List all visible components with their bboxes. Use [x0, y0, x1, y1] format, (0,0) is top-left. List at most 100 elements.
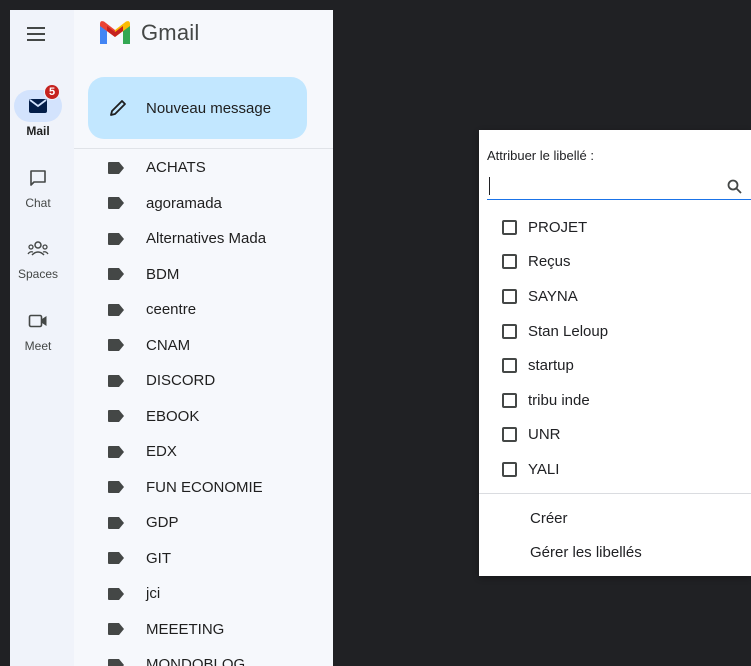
label-name: FUN ECONOMIE — [146, 478, 263, 496]
label-name: EDX — [146, 443, 177, 461]
option-label: PROJET — [528, 218, 588, 236]
label-item[interactable]: Alternatives Mada — [74, 221, 333, 257]
checkbox[interactable] — [502, 358, 517, 374]
rail-item-mail[interactable]: 5 Mail — [10, 84, 66, 138]
unread-badge: 5 — [44, 84, 60, 100]
label-item[interactable]: MONDOBLOG — [74, 647, 333, 666]
checkbox[interactable] — [502, 288, 517, 304]
checkbox[interactable] — [502, 427, 517, 443]
label-icon — [108, 339, 124, 352]
popup-divider — [479, 493, 751, 494]
label-item[interactable]: CNAM — [74, 328, 333, 364]
label-name: DISCORD — [146, 372, 216, 390]
label-item[interactable]: BDM — [74, 257, 333, 293]
label-option[interactable]: SAYNA — [479, 279, 751, 314]
label-name: BDM — [146, 265, 180, 283]
divider — [74, 148, 333, 149]
sidebar-main: Gmail Nouveau message ACHATS agoramada A… — [74, 10, 333, 666]
label-name: MEEETING — [146, 620, 225, 638]
label-icon — [108, 303, 124, 316]
label-option[interactable]: tribu inde — [479, 383, 751, 418]
label-option[interactable]: PROJET — [479, 210, 751, 245]
rail-label-spaces: Spaces — [17, 267, 59, 281]
label-icon — [108, 552, 124, 565]
label-search-input[interactable] — [487, 174, 751, 200]
label-item[interactable]: agoramada — [74, 186, 333, 222]
gmail-m-icon — [100, 21, 130, 44]
option-label: YALI — [528, 460, 560, 478]
label-option[interactable]: UNR — [479, 418, 751, 453]
label-icon — [108, 232, 124, 245]
label-name: ceentre — [146, 301, 197, 319]
search-icon[interactable] — [727, 179, 742, 194]
label-item[interactable]: GIT — [74, 541, 333, 577]
compose-button[interactable]: Nouveau message — [88, 77, 307, 139]
option-label: Reçus — [528, 253, 571, 271]
label-name: CNAM — [146, 336, 191, 354]
label-option[interactable]: Stan Leloup — [479, 314, 751, 349]
checkbox[interactable] — [502, 392, 517, 408]
checkbox[interactable] — [502, 254, 517, 270]
chat-icon — [30, 170, 46, 186]
label-item[interactable]: GDP — [74, 505, 333, 541]
rail-item-spaces[interactable]: Spaces — [10, 233, 66, 281]
text-caret — [489, 177, 490, 195]
checkbox[interactable] — [502, 461, 517, 477]
label-icon — [108, 445, 124, 458]
meet-icon — [28, 314, 47, 328]
gmail-logo[interactable]: Gmail — [98, 20, 199, 46]
manage-labels-action[interactable]: Gérer les libellés — [530, 544, 642, 561]
option-label: UNR — [528, 426, 561, 444]
label-item[interactable]: ACHATS — [74, 150, 333, 186]
label-item[interactable]: ceentre — [74, 292, 333, 328]
label-icon — [108, 374, 124, 387]
gmail-panel: 5 Mail Chat Spaces Meet Gmail Nouveau me… — [10, 10, 333, 666]
brand-name: Gmail — [141, 20, 200, 45]
label-item[interactable]: FUN ECONOMIE — [74, 470, 333, 506]
label-option[interactable]: startup — [479, 348, 751, 383]
compose-label: Nouveau message — [146, 99, 272, 117]
label-icon — [108, 197, 124, 210]
label-icon — [108, 410, 124, 423]
label-item[interactable]: EBOOK — [74, 399, 333, 435]
option-label: tribu inde — [528, 391, 590, 409]
label-item[interactable]: EDX — [74, 434, 333, 470]
label-option[interactable]: YALI — [479, 452, 751, 487]
nav-rail: 5 Mail Chat Spaces Meet — [10, 10, 74, 666]
mail-icon-wrap: 5 — [14, 84, 62, 122]
label-name: EBOOK — [146, 407, 200, 425]
spaces-icon — [27, 241, 49, 256]
hamburger-icon — [27, 27, 45, 41]
label-name: Alternatives Mada — [146, 230, 267, 248]
rail-label-mail: Mail — [26, 124, 50, 138]
checkbox[interactable] — [502, 323, 517, 339]
labels-list: ACHATS agoramada Alternatives Mada BDM c… — [74, 150, 333, 666]
label-icon — [108, 516, 124, 529]
label-icon — [108, 587, 124, 600]
pencil-icon — [110, 100, 126, 116]
label-icon — [108, 623, 124, 636]
label-options: PROJET Reçus SAYNA Stan Leloup startup t… — [479, 210, 751, 487]
label-icon — [108, 481, 124, 494]
label-icon — [108, 161, 124, 174]
label-as-popup: Attribuer le libellé : PROJET Reçus SAYN… — [479, 130, 751, 576]
label-item[interactable]: MEEETING — [74, 612, 333, 648]
label-name: GDP — [146, 514, 179, 532]
label-item[interactable]: jci — [74, 576, 333, 612]
rail-item-meet[interactable]: Meet — [10, 305, 66, 353]
create-label-action[interactable]: Créer — [530, 510, 568, 527]
mail-icon — [29, 99, 47, 113]
rail-item-chat[interactable]: Chat — [10, 162, 66, 210]
rail-label-chat: Chat — [25, 196, 51, 210]
popup-title: Attribuer le libellé : — [487, 148, 594, 163]
label-item[interactable]: DISCORD — [74, 363, 333, 399]
label-option[interactable]: Reçus — [479, 245, 751, 280]
option-label: startup — [528, 357, 574, 375]
option-label: SAYNA — [528, 287, 578, 305]
label-name: jci — [146, 585, 161, 603]
main-menu-button[interactable] — [24, 22, 48, 46]
label-icon — [108, 658, 124, 666]
checkbox[interactable] — [502, 219, 517, 235]
label-name: agoramada — [146, 194, 222, 212]
rail-label-meet: Meet — [24, 339, 52, 353]
